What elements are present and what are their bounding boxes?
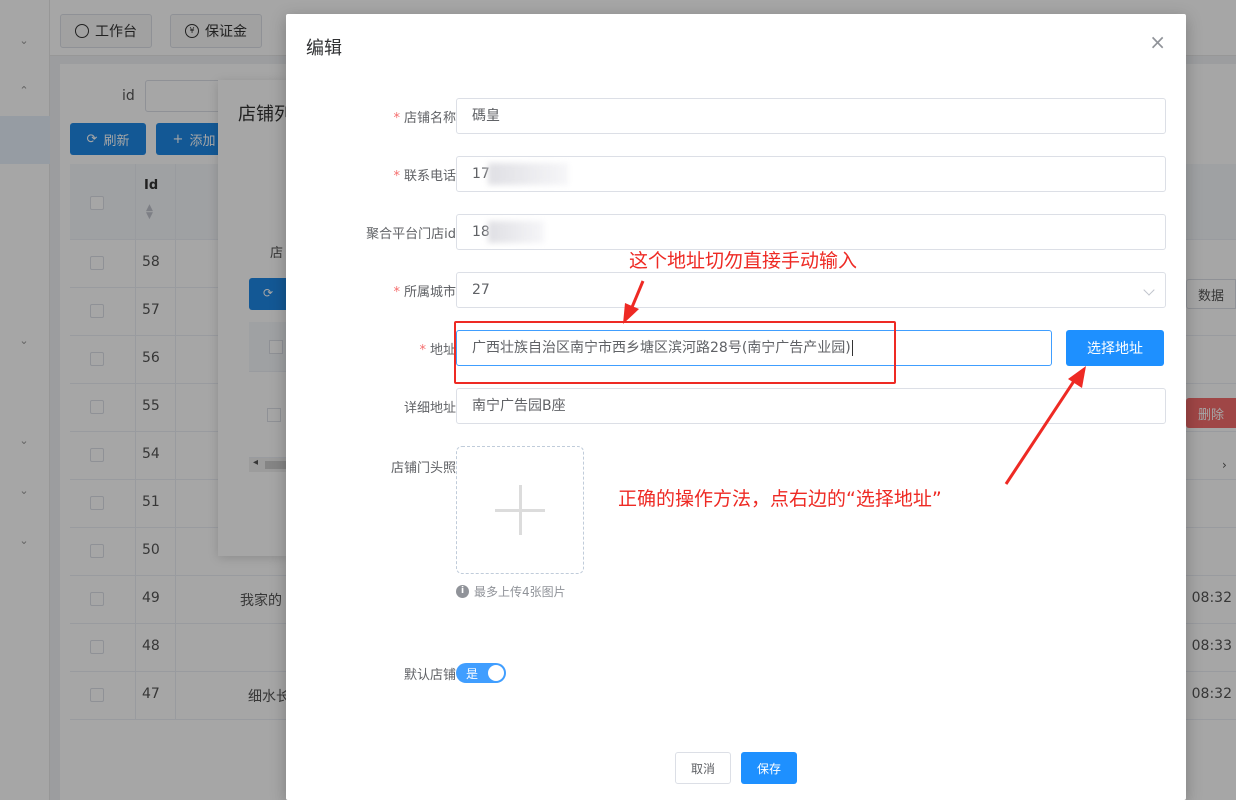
annotation-warning-text: 这个地址切勿直接手动输入 xyxy=(629,250,858,272)
redacted-blur xyxy=(487,221,544,243)
form-row-phone: * 联系电话 17 xyxy=(286,156,1186,192)
default-shop-switch[interactable]: 是 xyxy=(456,663,506,683)
form-row-shop-photo: 店铺门头照 xyxy=(286,454,1186,476)
default-shop-label: 默认店铺 xyxy=(403,668,456,683)
chevron-down-icon xyxy=(1143,284,1155,296)
photo-upload-box[interactable] xyxy=(456,446,584,574)
phone-label: * 联系电话 xyxy=(393,169,456,184)
shop-name-input[interactable]: 碼皇 xyxy=(456,98,1166,134)
shop-name-label: * 店铺名称 xyxy=(393,111,456,126)
detail-address-label: 详细地址 xyxy=(403,401,456,416)
form-row-city: * 所属城市 27 xyxy=(286,272,1186,308)
save-button[interactable]: 保存 xyxy=(741,752,797,784)
form-row-platform-id: 聚合平台门店id 18 xyxy=(286,214,1186,250)
form-row-shop-name: * 店铺名称 碼皇 xyxy=(286,98,1186,134)
address-label: * 地址 xyxy=(419,343,456,358)
annotation-hint-text: 正确的操作方法，点右边的“选择地址” xyxy=(618,488,942,510)
platform-id-input[interactable]: 18 xyxy=(456,214,1166,250)
info-icon: i xyxy=(456,585,469,598)
city-label: * 所属城市 xyxy=(393,285,456,300)
platform-id-label: 聚合平台门店id xyxy=(366,227,456,242)
close-icon[interactable]: × xyxy=(1149,32,1166,52)
switch-knob xyxy=(488,665,504,681)
detail-address-input[interactable]: 南宁广告园B座 xyxy=(456,388,1166,424)
choose-address-button[interactable]: 选择地址 xyxy=(1066,330,1164,366)
dialog-title: 编辑 xyxy=(306,38,342,59)
upload-tip: i 最多上传4张图片 xyxy=(456,583,566,600)
city-select[interactable]: 27 xyxy=(456,272,1166,308)
cancel-button[interactable]: 取消 xyxy=(675,752,731,784)
redacted-blur xyxy=(487,163,568,185)
form-row-detail-address: 详细地址 南宁广告园B座 xyxy=(286,388,1186,424)
shop-photo-label: 店铺门头照 xyxy=(390,461,456,476)
phone-input[interactable]: 17 xyxy=(456,156,1166,192)
form-row-default-shop: 默认店铺 xyxy=(286,662,1186,684)
annotation-highlight-box xyxy=(454,321,896,384)
edit-dialog: 编辑 × * 店铺名称 碼皇 * 联系电话 17 聚合平台门店id 18 * 所属城市… xyxy=(286,14,1186,800)
